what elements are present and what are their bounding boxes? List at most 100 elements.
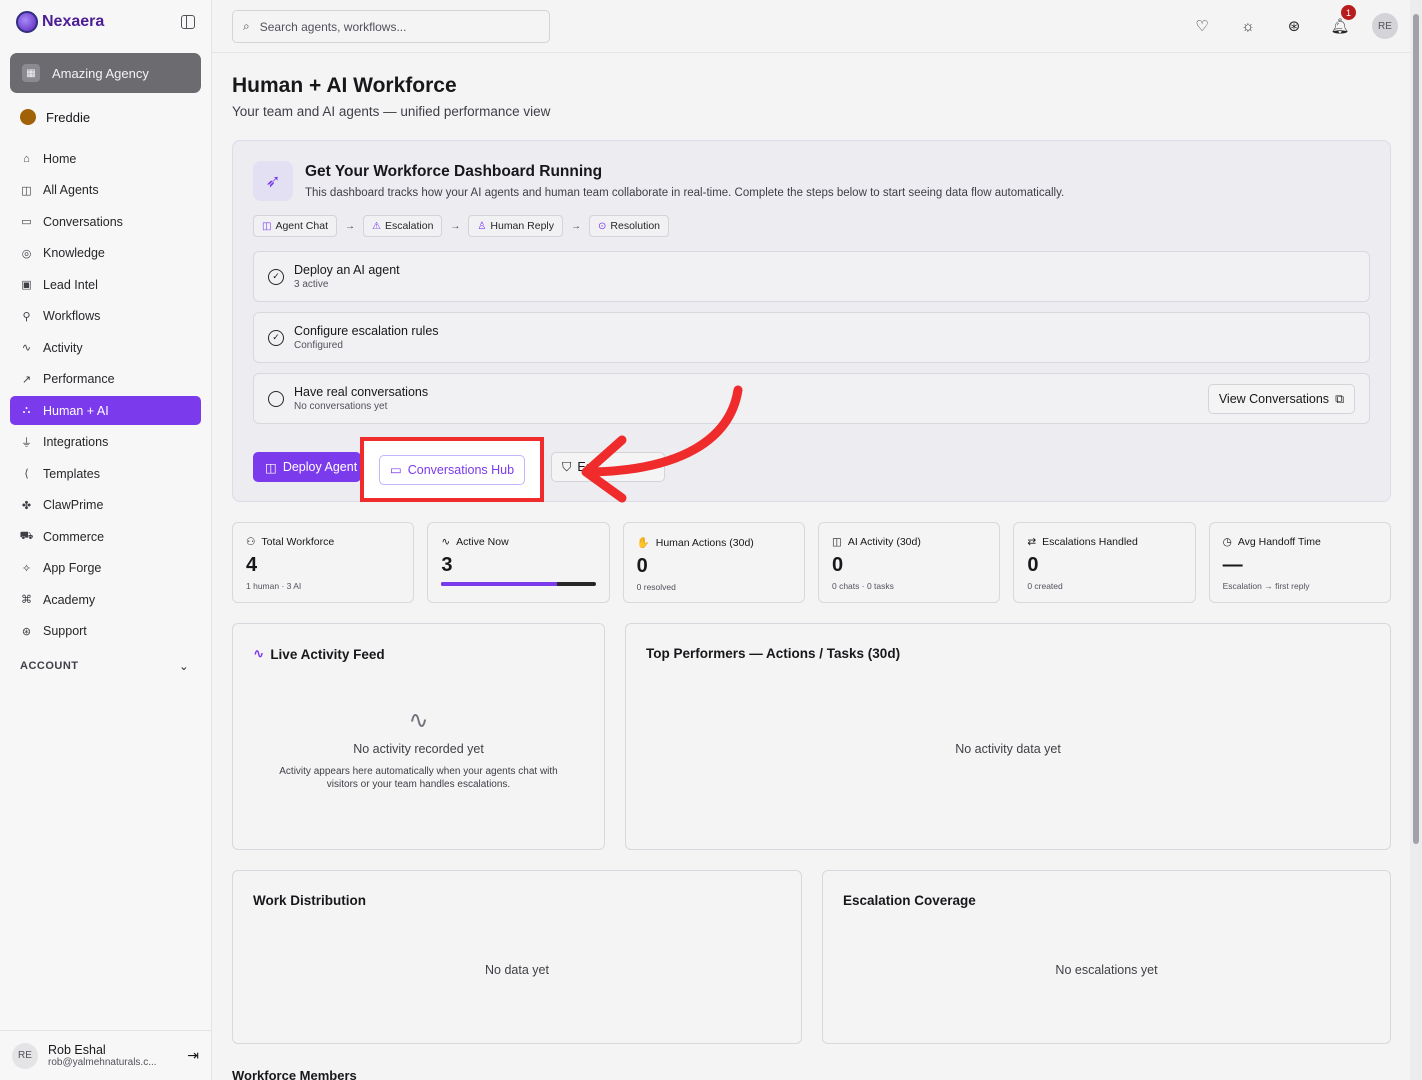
avatar[interactable]: RE xyxy=(1372,13,1398,39)
sidebar-item-label: Activity xyxy=(43,340,83,355)
sidebar-item-activity[interactable]: ∿ Activity xyxy=(10,333,201,362)
sidebar-item-workflows[interactable]: ⚲ Workflows xyxy=(10,302,201,331)
footer-user-name: Rob Eshal xyxy=(48,1043,106,1057)
setup-steps: ✓ Deploy an AI agent 3 active ✓ Configure es… xyxy=(253,251,1370,424)
sidebar-item-all-agents[interactable]: ◫ All Agents xyxy=(10,176,201,205)
activity-row: ∿ Live Activity Feed ∿ No activity record… xyxy=(232,623,1391,850)
sidebar-item-conversations[interactable]: ▭ Conversations xyxy=(10,207,201,236)
nav-icon: ↗ xyxy=(21,373,32,386)
live-activity-card: ∿ Live Activity Feed ∿ No activity record… xyxy=(232,623,605,850)
stat-label: ◫ AI Activity (30d) xyxy=(832,536,986,548)
building-icon: ▦ xyxy=(22,64,40,82)
setup-step-title: Have real conversations xyxy=(294,385,429,399)
top-performers-card: Top Performers — Actions / Tasks (30d) N… xyxy=(625,623,1391,850)
sidebar-item-academy[interactable]: ⌘ Academy xyxy=(10,585,201,614)
nav-icon: ⊛ xyxy=(21,625,32,638)
nav-icon: ⛬ xyxy=(22,404,31,416)
annotation-arrow-icon xyxy=(581,385,743,503)
pulse-large-icon: ∿ xyxy=(408,707,429,734)
stat-value: 0 xyxy=(1027,554,1039,576)
search-input[interactable]: Search agents, workflows... xyxy=(260,20,407,34)
sidebar-item-label: Lead Intel xyxy=(43,277,98,292)
pipeline-chip: ♙ Human Reply xyxy=(468,215,564,237)
setup-step-text: Have real conversations No conversations … xyxy=(294,385,428,412)
live-activity-title: ∿ Live Activity Feed xyxy=(253,646,385,662)
check-circle-icon: ✓ xyxy=(268,329,284,346)
sun-icon[interactable]: ☼ xyxy=(1234,12,1262,40)
sidebar-item-integrations[interactable]: ⏚ Integrations xyxy=(10,428,201,457)
sidebar-item-human-ai[interactable]: ⛬ Human + AI xyxy=(10,396,201,425)
account-label: ACCOUNT xyxy=(20,659,79,672)
stat-sub: 0 resolved xyxy=(636,582,676,592)
stat-card: ◫ AI Activity (30d) 0 0 chats · 0 tasks xyxy=(817,522,1001,603)
setup-step: Have real conversations No conversations … xyxy=(253,373,1370,424)
stat-value: 0 xyxy=(831,554,844,576)
chevron-down-icon: ⌄ xyxy=(179,660,189,673)
sidebar-item-label: Workflows xyxy=(43,309,101,323)
nav-icon: ▭ xyxy=(21,216,32,228)
conversations-hub-button[interactable]: ▭ Conversations Hub xyxy=(378,454,526,485)
sidebar-item-app-forge[interactable]: ✧ App Forge xyxy=(10,554,201,583)
sidebar-item-home[interactable]: ⌂ Home xyxy=(10,144,201,173)
user-avatar xyxy=(20,109,36,125)
sidebar-footer: RE Rob Eshal rob@yalmehnaturals.c... ⇥ xyxy=(0,1030,211,1080)
sidebar-item-clawprime[interactable]: ✤ ClawPrime xyxy=(10,491,201,520)
stat-label-text: Human Actions (30d) xyxy=(655,536,754,549)
arrow-right-icon: → xyxy=(571,220,582,232)
sidebar-item-label: Integrations xyxy=(43,435,109,449)
scrollbar[interactable] xyxy=(1410,0,1422,1080)
sidebar-item-performance[interactable]: ↗ Performance xyxy=(10,365,201,394)
scrollbar-thumb[interactable] xyxy=(1413,14,1419,844)
collapse-sidebar-icon[interactable] xyxy=(181,15,195,29)
user-name: Freddie xyxy=(46,109,91,125)
sidebar-item-knowledge[interactable]: ◎ Knowledge xyxy=(10,239,201,268)
nav-icon: ✤ xyxy=(21,499,32,512)
sidebar: Nexaera ▦ Amazing Agency Freddie ⌂ Home ◫ A… xyxy=(0,0,212,1080)
nav-icon: ⚲ xyxy=(22,310,31,323)
sidebar-item-commerce[interactable]: ⛟ Commerce xyxy=(10,522,201,551)
sidebar-item-label: Human + AI xyxy=(43,403,109,418)
sidebar-item-templates[interactable]: ⟨ Templates xyxy=(10,459,201,488)
logout-icon[interactable]: ⇥ xyxy=(187,1047,199,1064)
agency-switcher[interactable]: ▦ Amazing Agency xyxy=(10,53,201,93)
user-switcher[interactable]: Freddie xyxy=(0,102,211,132)
nav-icon: ⌘ xyxy=(21,594,32,606)
pipeline-chip-icon: ◫ xyxy=(262,220,272,232)
account-section-toggle[interactable]: ACCOUNT ⌄ xyxy=(0,660,211,673)
stat-sub: 0 chats · 0 tasks xyxy=(831,581,894,591)
pipeline-chip-label: Agent Chat xyxy=(275,220,328,232)
stat-card: ∿ Active Now 3 xyxy=(427,522,610,603)
logo-mark-icon xyxy=(16,11,38,33)
feed-empty-desc-2: visitors or your team handles escalation… xyxy=(326,779,511,790)
top-performers-title: Top Performers — Actions / Tasks (30d) xyxy=(646,646,901,661)
stat-sub: 1 human · 3 AI xyxy=(246,581,302,591)
feed-empty-title: No activity recorded yet xyxy=(353,742,484,756)
setup-step-title: Configure escalation rules xyxy=(294,324,439,338)
heart-icon[interactable]: ♡ xyxy=(1188,12,1216,40)
stat-icon: ◷ xyxy=(1222,536,1232,548)
deploy-agent-button[interactable]: ◫ Deploy Agent xyxy=(253,452,361,482)
setup-step-status: No conversations yet xyxy=(294,401,388,412)
pulse-icon: ∿ xyxy=(253,646,265,661)
rocket-icon: ➶ xyxy=(253,161,293,201)
distribution-row: Work Distribution No data yet Escalation… xyxy=(232,870,1391,1044)
sidebar-item-label: Commerce xyxy=(43,529,105,544)
search-box[interactable]: ⌕ Search agents, workflows... xyxy=(232,10,550,43)
sidebar-item-lead-intel[interactable]: ▣ Lead Intel xyxy=(10,270,201,299)
sidebar-item-label: App Forge xyxy=(43,561,102,575)
page-subtitle: Your team and AI agents — unified perfor… xyxy=(232,104,551,119)
main-content: Human + AI Workforce Your team and AI ag… xyxy=(232,53,1391,1044)
sidebar-item-support[interactable]: ⊛ Support xyxy=(10,617,201,646)
empty-circle-icon xyxy=(268,390,284,407)
stat-label: ⇄ Escalations Handled xyxy=(1027,536,1181,548)
bell-icon[interactable]: 🔔︎ 1 xyxy=(1326,5,1356,40)
help-icon[interactable]: ⊛ xyxy=(1280,12,1308,40)
view-conversations-button[interactable]: View Conversations ⧉ xyxy=(1207,384,1355,414)
nav-icon: ∿ xyxy=(21,342,32,354)
nav-icon: ◫ xyxy=(21,184,32,197)
pipeline-chip: ⚠ Escalation xyxy=(363,215,443,237)
brand-logo[interactable]: Nexaera xyxy=(16,11,104,33)
stat-label-text: AI Activity (30d) xyxy=(847,536,921,548)
pipeline-chip-label: Human Reply xyxy=(490,220,555,232)
setup-description: This dashboard tracks how your AI agents… xyxy=(305,187,1065,199)
